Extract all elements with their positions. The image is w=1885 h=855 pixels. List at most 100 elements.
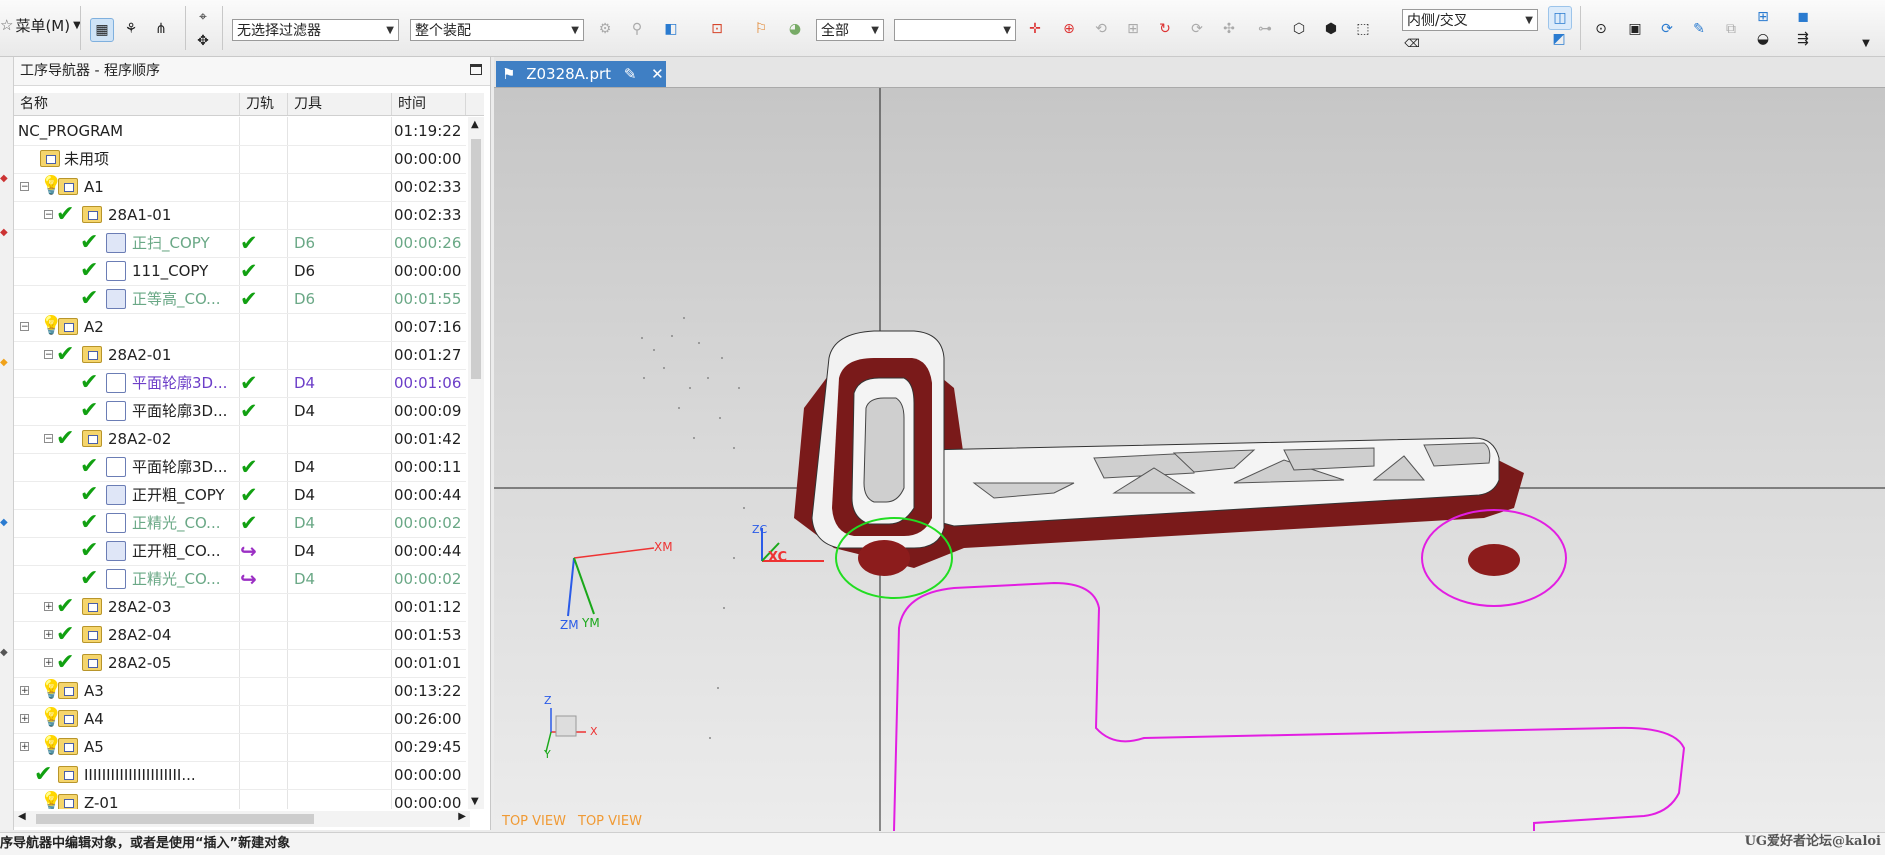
- scroll-thumb[interactable]: [471, 139, 481, 379]
- assembly-tree-icon[interactable]: ⚘: [120, 18, 142, 40]
- resource-tab-icon[interactable]: ◆: [0, 227, 13, 241]
- column-header-name[interactable]: 名称: [14, 93, 240, 115]
- tree-row[interactable]: − ✔ 28A2-02 00:01:42: [14, 425, 466, 454]
- tree-row[interactable]: ✔ 平面轮廓3D... ✔ D4 00:00:11: [14, 453, 466, 482]
- collapse-icon[interactable]: −: [20, 182, 29, 192]
- expand-icon[interactable]: +: [44, 630, 53, 640]
- scroll-left-icon[interactable]: ◀: [18, 811, 26, 822]
- tree-row[interactable]: ✔ 正开粗_CO... ↪ D4 00:00:44: [14, 537, 466, 566]
- tree-row[interactable]: + ✔ 28A2-05 00:01:01: [14, 649, 466, 678]
- tree-row[interactable]: + ✔ 28A2-04 00:01:53: [14, 621, 466, 650]
- tree-row[interactable]: + 💡 A4 00:26:00: [14, 705, 466, 734]
- snap-mode-select[interactable]: 内侧/交叉 ▼: [1402, 9, 1538, 31]
- tree-row[interactable]: − 💡 A1 00:02:33: [14, 173, 466, 202]
- expand-icon[interactable]: +: [20, 742, 29, 752]
- navigator-tree: NC_PROGRAM 01:19:22 未用项 00:00:00 − 💡 A1 …: [14, 117, 466, 809]
- cube-view-icon[interactable]: ◼: [1792, 6, 1814, 28]
- snap-vertex-icon[interactable]: ⊡: [706, 18, 728, 40]
- tree-row[interactable]: + 💡 A3 00:13:22: [14, 677, 466, 706]
- feature-icon[interactable]: ⚙: [594, 18, 616, 40]
- column-header-path[interactable]: 刀轨: [240, 93, 288, 115]
- expand-icon[interactable]: +: [44, 602, 53, 612]
- horizontal-scrollbar[interactable]: ◀ ▶: [14, 811, 470, 827]
- link-icon[interactable]: ⚲: [626, 18, 648, 40]
- tree-row[interactable]: − ✔ 28A1-01 00:02:33: [14, 201, 466, 230]
- rotate-icon[interactable]: ⟳: [1656, 18, 1678, 40]
- resource-tab-icon[interactable]: ◆: [0, 173, 13, 187]
- collapse-icon[interactable]: −: [44, 350, 53, 360]
- vertical-scrollbar[interactable]: ▲ ▼: [468, 117, 484, 809]
- tree-row[interactable]: NC_PROGRAM 01:19:22: [14, 117, 466, 146]
- check-icon: ✔: [80, 482, 99, 507]
- snap-intersect-icon[interactable]: ⊞: [1122, 18, 1144, 40]
- tree-row[interactable]: ✔ IIIIIIIIIIIIIIIIIIIIII... 00:00:00: [14, 761, 466, 790]
- tree-row[interactable]: ✔ 111_COPY ✔ D6 00:00:00: [14, 257, 466, 286]
- resource-tab-icon[interactable]: ◆: [0, 357, 13, 371]
- filter-funnel-icon[interactable]: ⚐: [750, 18, 772, 40]
- cube-paint-icon[interactable]: ◧: [660, 18, 682, 40]
- collapse-icon[interactable]: −: [20, 322, 29, 332]
- wireframe-view-icon[interactable]: ◩: [1548, 28, 1570, 50]
- orient-view-icon[interactable]: ⊞: [1752, 6, 1774, 28]
- tree-row[interactable]: ✔ 正开粗_COPY ✔ D4 00:00:44: [14, 481, 466, 510]
- chevron-down-icon[interactable]: ▼: [1858, 36, 1874, 50]
- pan-icon[interactable]: ✎: [1688, 18, 1710, 40]
- scroll-thumb[interactable]: [36, 814, 314, 824]
- box-select-icon[interactable]: ⬚: [1352, 18, 1374, 40]
- shaded-view-icon[interactable]: ◫: [1548, 6, 1572, 30]
- close-icon[interactable]: ✕: [651, 65, 664, 83]
- tree-row[interactable]: ✔ 正扫_COPY ✔ D6 00:00:26: [14, 229, 466, 258]
- selection-scope-select[interactable]: 整个装配 ▼: [410, 19, 584, 41]
- resource-tab-icon[interactable]: ◆: [0, 647, 13, 661]
- hexagon-icon[interactable]: ⬡: [1288, 18, 1310, 40]
- resource-tab-icon[interactable]: ◆: [0, 517, 13, 531]
- show-hide-icon[interactable]: ⇶: [1792, 28, 1814, 50]
- tree-row[interactable]: − 💡 A2 00:07:16: [14, 313, 466, 342]
- tree-row[interactable]: + 💡 A5 00:29:45: [14, 733, 466, 762]
- pointer-icon[interactable]: ✥: [192, 30, 214, 52]
- scope-select[interactable]: 全部 ▼: [816, 19, 884, 41]
- tree-row[interactable]: ✔ 平面轮廓3D... ✔ D4 00:01:06: [14, 369, 466, 398]
- snap-mid-icon[interactable]: ⊕: [1058, 18, 1080, 40]
- type-filter-select[interactable]: 无选择过滤器 ▼: [232, 19, 399, 41]
- maximize-icon[interactable]: [470, 64, 482, 75]
- tree-row[interactable]: ✔ 正精光_CO... ↪ D4 00:00:02: [14, 565, 466, 594]
- cube-select-icon[interactable]: ⬢: [1320, 18, 1342, 40]
- snap-point-on-curve-icon[interactable]: ✣: [1218, 18, 1240, 40]
- snap-end-icon[interactable]: ✛: [1024, 18, 1046, 40]
- eraser-icon[interactable]: ⌫: [1404, 36, 1420, 50]
- collapse-icon[interactable]: −: [44, 210, 53, 220]
- column-header-tool[interactable]: 刀具: [288, 93, 392, 115]
- hierarchy-icon[interactable]: ⋔: [150, 18, 172, 40]
- scroll-right-icon[interactable]: ▶: [458, 811, 466, 822]
- tree-row[interactable]: ✔ 正等高_CO... ✔ D6 00:01:55: [14, 285, 466, 314]
- tree-row[interactable]: ✔ 正精光_CO... ✔ D4 00:00:02: [14, 509, 466, 538]
- snap-quadrant-icon[interactable]: ⟳: [1186, 18, 1208, 40]
- collapse-icon[interactable]: −: [44, 434, 53, 444]
- snap-tangent-icon[interactable]: ⊶: [1254, 18, 1276, 40]
- zoom-fit-icon[interactable]: ⊙: [1590, 18, 1612, 40]
- graphics-window[interactable]: XC ZC XM YM ZM X Y Z TOP VIEW TOP VIEW: [494, 87, 1885, 831]
- tree-row[interactable]: − ✔ 28A2-01 00:01:27: [14, 341, 466, 370]
- scroll-up-icon[interactable]: ▲: [471, 119, 479, 130]
- expand-icon[interactable]: +: [44, 658, 53, 668]
- expand-icon[interactable]: +: [20, 714, 29, 724]
- tree-row[interactable]: 未用项 00:00:00: [14, 145, 466, 174]
- snap-arc-icon[interactable]: ↻: [1154, 18, 1176, 40]
- snap-control-icon[interactable]: ⟲: [1090, 18, 1112, 40]
- zoom-window-icon[interactable]: ▣: [1624, 18, 1646, 40]
- palette-icon[interactable]: ◕: [784, 18, 806, 40]
- snap-point-icon[interactable]: ⌖: [192, 6, 214, 28]
- layer-select[interactable]: ▼: [894, 19, 1016, 41]
- column-header-time[interactable]: 时间: [392, 93, 466, 115]
- scroll-down-icon[interactable]: ▼: [471, 796, 479, 807]
- expand-icon[interactable]: +: [20, 686, 29, 696]
- render-style-icon[interactable]: ◒: [1752, 28, 1774, 50]
- section-view-icon[interactable]: ⧉: [1720, 18, 1742, 40]
- tree-row[interactable]: 💡 Z-01 00:00:00: [14, 789, 466, 809]
- tree-row[interactable]: ✔ 平面轮廓3D... ✔ D4 00:00:09: [14, 397, 466, 426]
- menu-button[interactable]: ☆ 菜单(M) ▼: [0, 12, 81, 38]
- select-filter-icon[interactable]: ▦: [90, 18, 114, 42]
- document-tab[interactable]: ⚑ Z0328A.prt ✎ ✕: [496, 61, 666, 87]
- tree-row[interactable]: + ✔ 28A2-03 00:01:12: [14, 593, 466, 622]
